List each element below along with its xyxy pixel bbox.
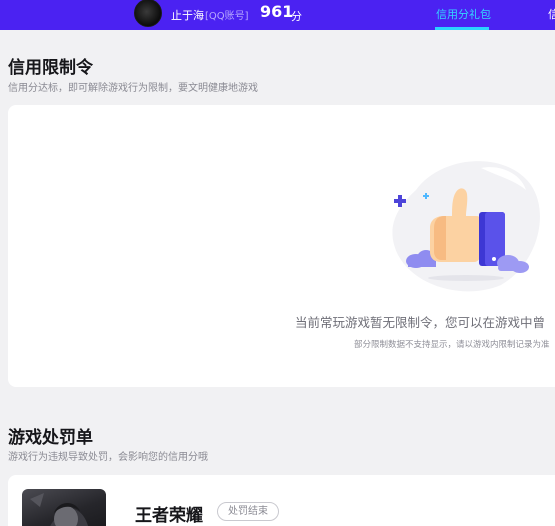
score-unit: 分: [291, 10, 302, 23]
penalty-description: 游戏行为违规导致处罚，会影响您的信用分哦: [8, 452, 208, 463]
game-character-image: [30, 493, 89, 526]
penalty-card[interactable]: 王者荣耀 处罚结束: [8, 475, 555, 526]
penalty-title: 游戏处罚单: [8, 428, 93, 448]
active-tab-indicator: [435, 27, 489, 30]
tab-next[interactable]: 信: [548, 6, 555, 22]
restriction-card: 当前常玩游戏暂无限制令，您可以在游戏中曾 部分限制数据不支持显示，请以游戏内限制…: [8, 105, 555, 387]
top-bar: 止于海 [QQ账号] 961 分 信用分礼包 信: [0, 0, 555, 30]
avatar[interactable]: [134, 0, 162, 27]
credit-score: 961: [260, 2, 294, 21]
thumbs-up-icon: [392, 161, 540, 292]
restriction-title: 信用限制令: [8, 58, 93, 78]
game-name: 王者荣耀: [135, 506, 203, 526]
restriction-description: 信用分达标，即可解除游戏行为限制，要文明健康地游戏: [8, 83, 258, 94]
status-badge: 处罚结束: [217, 502, 279, 521]
empty-state-text: 当前常玩游戏暂无限制令，您可以在游戏中曾: [295, 315, 546, 330]
username: 止于海: [171, 9, 204, 22]
account-type: [QQ账号]: [205, 11, 249, 22]
tab-credit-gift[interactable]: 信用分礼包: [436, 6, 491, 22]
empty-state-note: 部分限制数据不支持显示，请以游戏内限制记录为准: [354, 340, 550, 350]
game-thumbnail: [22, 489, 106, 526]
